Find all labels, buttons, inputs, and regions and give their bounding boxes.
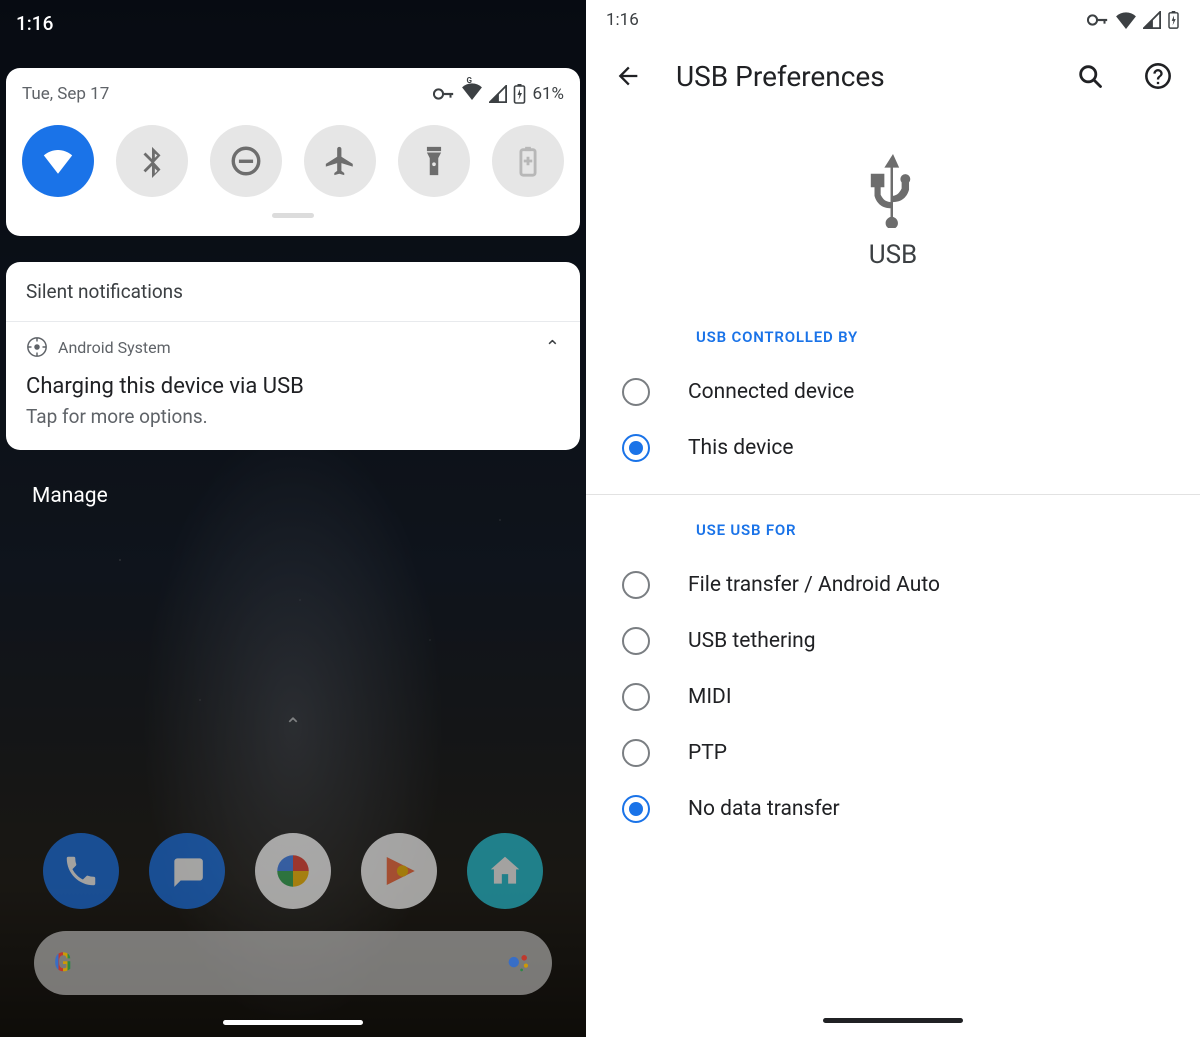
app-drawer-caret-icon[interactable]: ⌃ — [285, 713, 302, 737]
help-button[interactable] — [1138, 56, 1178, 96]
use-usb-option[interactable]: No data transfer — [586, 781, 1200, 837]
home-icon — [486, 852, 524, 890]
qs-wifi[interactable] — [22, 125, 94, 197]
qs-battery-saver[interactable] — [492, 125, 564, 197]
android-system-icon — [26, 336, 48, 358]
quick-settings-tiles — [22, 125, 564, 197]
wifi-icon — [41, 144, 75, 178]
quick-settings-panel[interactable]: Tue, Sep 17 G 61% — [6, 68, 580, 236]
use-usb-option[interactable]: MIDI — [586, 669, 1200, 725]
radio-icon[interactable] — [622, 434, 650, 462]
option-label: Connected device — [688, 380, 854, 404]
option-label: MIDI — [688, 685, 732, 709]
statusbar-left: 1:16 — [0, 0, 586, 46]
dnd-icon — [229, 144, 263, 178]
battery-charging-icon — [513, 84, 526, 104]
phone-icon — [62, 852, 100, 890]
usb-controlled-options: Connected device This device — [586, 364, 1200, 476]
google-logo-icon: G — [54, 948, 72, 978]
notif-subtitle: Tap for more options. — [26, 405, 560, 428]
usb-controlled-option[interactable]: Connected device — [586, 364, 1200, 420]
wifi-icon — [461, 82, 483, 100]
option-label: File transfer / Android Auto — [688, 573, 940, 597]
nav-gesture-pill[interactable] — [823, 1018, 963, 1023]
battery-percent: 61% — [532, 84, 564, 104]
radio-icon[interactable] — [622, 571, 650, 599]
radio-icon[interactable] — [622, 627, 650, 655]
google-search-bar[interactable]: G — [34, 931, 552, 995]
statusbar-right: 1:16 — [586, 0, 1200, 40]
back-button[interactable] — [608, 56, 648, 96]
status-time: 1:16 — [16, 12, 53, 35]
dock-home[interactable] — [467, 833, 543, 909]
appbar: USB Preferences — [586, 40, 1200, 106]
shade-date: Tue, Sep 17 — [22, 84, 109, 104]
page-title: USB Preferences — [676, 60, 1042, 93]
search-icon — [1076, 62, 1104, 90]
messages-icon — [168, 852, 206, 890]
option-label: PTP — [688, 741, 727, 765]
option-label: No data transfer — [688, 797, 840, 821]
search-button[interactable] — [1070, 56, 1110, 96]
dock-photos[interactable] — [255, 833, 331, 909]
use-usb-options: File transfer / Android Auto USB tetherin… — [586, 557, 1200, 837]
wifi-icon — [1115, 11, 1137, 29]
radio-icon[interactable] — [622, 795, 650, 823]
section-use-usb-for: USE USB FOR — [586, 521, 1200, 539]
section-usb-controlled-by: USB CONTROLLED BY — [586, 328, 1200, 346]
cell-signal-icon — [489, 85, 507, 103]
use-usb-option[interactable]: USB tethering — [586, 613, 1200, 669]
silent-notifications-card: Silent notifications Android System ⌃ Ch… — [6, 262, 580, 450]
notification-usb[interactable]: Android System ⌃ Charging this device vi… — [6, 322, 580, 450]
usb-hero-label: USB — [586, 240, 1200, 270]
assistant-icon[interactable] — [506, 950, 532, 976]
manage-button[interactable]: Manage — [32, 484, 108, 508]
qs-airplane[interactable] — [304, 125, 376, 197]
bluetooth-icon — [135, 144, 169, 178]
flashlight-icon — [417, 144, 451, 178]
radio-icon[interactable] — [622, 683, 650, 711]
battery-saver-icon — [511, 144, 545, 178]
qs-flashlight[interactable] — [398, 125, 470, 197]
left-screen: 1:16 Tue, Sep 17 G 61% — [0, 0, 586, 1037]
usb-hero: USB — [586, 154, 1200, 270]
vpn-key-icon — [433, 87, 455, 101]
help-icon — [1144, 62, 1172, 90]
dock-play-music[interactable] — [361, 833, 437, 909]
dock-messages[interactable] — [149, 833, 225, 909]
use-usb-option[interactable]: PTP — [586, 725, 1200, 781]
usb-controlled-option[interactable]: This device — [586, 420, 1200, 476]
collapse-icon[interactable]: ⌃ — [545, 337, 560, 358]
usb-icon — [863, 154, 923, 228]
nav-gesture-pill[interactable] — [223, 1020, 363, 1025]
divider — [586, 494, 1200, 495]
radio-icon[interactable] — [622, 739, 650, 767]
back-arrow-icon — [614, 62, 642, 90]
status-time: 1:16 — [606, 10, 639, 30]
home-dock — [0, 833, 586, 909]
cell-signal-icon — [1143, 11, 1161, 29]
shade-status-icons: G 61% — [433, 82, 564, 105]
dock-phone[interactable] — [43, 833, 119, 909]
option-label: This device — [688, 436, 794, 460]
silent-header: Silent notifications — [6, 262, 580, 322]
notif-title: Charging this device via USB — [26, 374, 560, 399]
vpn-key-icon — [1087, 11, 1109, 29]
right-screen: 1:16 USB Preferences USB USB CONTROLLED … — [586, 0, 1200, 1037]
notif-app-name: Android System — [58, 338, 171, 357]
battery-charging-icon — [1167, 11, 1180, 29]
photos-icon — [272, 850, 314, 892]
use-usb-option[interactable]: File transfer / Android Auto — [586, 557, 1200, 613]
airplane-icon — [323, 144, 357, 178]
qs-bluetooth[interactable] — [116, 125, 188, 197]
option-label: USB tethering — [688, 629, 816, 653]
qs-dnd[interactable] — [210, 125, 282, 197]
radio-icon[interactable] — [622, 378, 650, 406]
play-music-icon — [378, 850, 420, 892]
shade-handle[interactable] — [272, 213, 314, 218]
